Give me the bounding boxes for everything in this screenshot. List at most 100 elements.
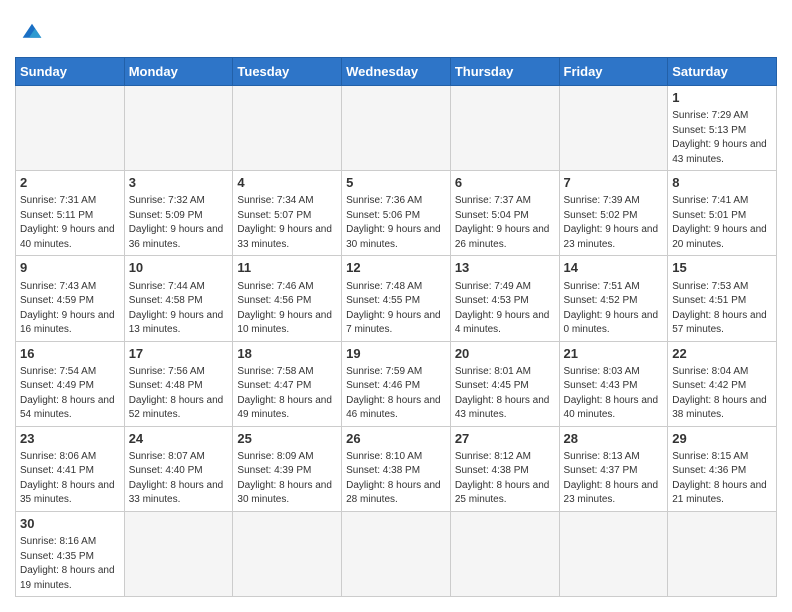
calendar-day-cell bbox=[342, 511, 451, 596]
weekday-header-tuesday: Tuesday bbox=[233, 58, 342, 86]
calendar-day-cell bbox=[124, 86, 233, 171]
day-number: 12 bbox=[346, 259, 446, 277]
day-number: 9 bbox=[20, 259, 120, 277]
day-number: 10 bbox=[129, 259, 229, 277]
header bbox=[15, 10, 777, 49]
day-number: 2 bbox=[20, 174, 120, 192]
calendar-day-cell: 27 Sunrise: 8:12 AMSunset: 4:38 PMDayligh… bbox=[450, 426, 559, 511]
day-number: 11 bbox=[237, 259, 337, 277]
calendar-day-cell: 12Sunrise: 7:48 AMSunset: 4:55 PMDayligh… bbox=[342, 256, 451, 341]
calendar-table: SundayMondayTuesdayWednesdayThursdayFrid… bbox=[15, 57, 777, 597]
day-info: Sunrise: 8:07 AMSunset: 4:40 PMDaylight:… bbox=[129, 450, 229, 508]
day-number: 19 bbox=[346, 345, 446, 363]
calendar-week-row: 2 Sunrise: 7:31 AMSunset: 5:11 PMDaylight… bbox=[16, 171, 777, 256]
calendar-day-cell: 10 Sunrise: 7:44 AMSunset: 4:58 PMDayligh… bbox=[124, 256, 233, 341]
calendar-week-row: 9 Sunrise: 7:43 AMSunset: 4:59 PMDaylight… bbox=[16, 256, 777, 341]
calendar-day-cell: 24Sunrise: 8:07 AMSunset: 4:40 PMDayligh… bbox=[124, 426, 233, 511]
calendar-day-cell: 14 Sunrise: 7:51 AMSunset: 4:52 PMDayligh… bbox=[559, 256, 668, 341]
day-number: 16 bbox=[20, 345, 120, 363]
calendar-day-cell: 4Sunrise: 7:34 AMSunset: 5:07 PMDaylight… bbox=[233, 171, 342, 256]
logo bbox=[15, 16, 46, 49]
weekday-header-wednesday: Wednesday bbox=[342, 58, 451, 86]
weekday-header-monday: Monday bbox=[124, 58, 233, 86]
day-info: Sunrise: 7:32 AMSunset: 5:09 PMDaylight:… bbox=[129, 194, 229, 252]
day-info: Sunrise: 7:44 AMSunset: 4:58 PMDaylight:… bbox=[129, 280, 229, 338]
calendar-day-cell bbox=[16, 86, 125, 171]
calendar-day-cell: 26Sunrise: 8:10 AMSunset: 4:38 PMDayligh… bbox=[342, 426, 451, 511]
calendar-day-cell: 6 Sunrise: 7:37 AMSunset: 5:04 PMDaylight… bbox=[450, 171, 559, 256]
day-number: 25 bbox=[237, 430, 337, 448]
day-info: Sunrise: 7:59 AMSunset: 4:46 PMDaylight:… bbox=[346, 365, 446, 423]
calendar-week-row: 16 Sunrise: 7:54 AMSunset: 4:49 PMDayligh… bbox=[16, 341, 777, 426]
day-number: 23 bbox=[20, 430, 120, 448]
calendar-day-cell: 1Sunrise: 7:29 AMSunset: 5:13 PMDaylight… bbox=[668, 86, 777, 171]
calendar-day-cell: 23Sunrise: 8:06 AMSunset: 4:41 PMDayligh… bbox=[16, 426, 125, 511]
day-info: Sunrise: 7:31 AMSunset: 5:11 PMDaylight:… bbox=[20, 194, 120, 252]
calendar-day-cell bbox=[233, 511, 342, 596]
page: SundayMondayTuesdayWednesdayThursdayFrid… bbox=[0, 0, 792, 607]
day-number: 4 bbox=[237, 174, 337, 192]
calendar-day-cell: 7 Sunrise: 7:39 AMSunset: 5:02 PMDaylight… bbox=[559, 171, 668, 256]
day-number: 20 bbox=[455, 345, 555, 363]
day-info: Sunrise: 8:12 AMSunset: 4:38 PMDaylight:… bbox=[455, 450, 555, 508]
calendar-day-cell: 28 Sunrise: 8:13 AMSunset: 4:37 PMDayligh… bbox=[559, 426, 668, 511]
weekday-header-saturday: Saturday bbox=[668, 58, 777, 86]
day-info: Sunrise: 7:51 AMSunset: 4:52 PMDaylight:… bbox=[564, 280, 664, 338]
calendar-week-row: 30Sunrise: 8:16 AMSunset: 4:35 PMDayligh… bbox=[16, 511, 777, 596]
calendar-day-cell: 20Sunrise: 8:01 AMSunset: 4:45 PMDayligh… bbox=[450, 341, 559, 426]
day-number: 14 bbox=[564, 259, 664, 277]
day-info: Sunrise: 7:41 AMSunset: 5:01 PMDaylight:… bbox=[672, 194, 772, 252]
calendar-day-cell: 22 Sunrise: 8:04 AMSunset: 4:42 PMDayligh… bbox=[668, 341, 777, 426]
calendar-day-cell: 9 Sunrise: 7:43 AMSunset: 4:59 PMDaylight… bbox=[16, 256, 125, 341]
calendar-day-cell: 16 Sunrise: 7:54 AMSunset: 4:49 PMDayligh… bbox=[16, 341, 125, 426]
day-number: 21 bbox=[564, 345, 664, 363]
weekday-header-sunday: Sunday bbox=[16, 58, 125, 86]
day-info: Sunrise: 8:04 AMSunset: 4:42 PMDaylight:… bbox=[672, 365, 772, 423]
day-info: Sunrise: 7:37 AMSunset: 5:04 PMDaylight:… bbox=[455, 194, 555, 252]
calendar-day-cell bbox=[233, 86, 342, 171]
day-info: Sunrise: 7:43 AMSunset: 4:59 PMDaylight:… bbox=[20, 280, 120, 338]
day-info: Sunrise: 7:46 AMSunset: 4:56 PMDaylight:… bbox=[237, 280, 337, 338]
day-number: 29 bbox=[672, 430, 772, 448]
day-number: 27 bbox=[455, 430, 555, 448]
day-info: Sunrise: 7:58 AMSunset: 4:47 PMDaylight:… bbox=[237, 365, 337, 423]
day-info: Sunrise: 8:09 AMSunset: 4:39 PMDaylight:… bbox=[237, 450, 337, 508]
day-number: 13 bbox=[455, 259, 555, 277]
calendar-day-cell: 5 Sunrise: 7:36 AMSunset: 5:06 PMDaylight… bbox=[342, 171, 451, 256]
day-number: 15 bbox=[672, 259, 772, 277]
calendar-day-cell: 15Sunrise: 7:53 AMSunset: 4:51 PMDayligh… bbox=[668, 256, 777, 341]
calendar-week-row: 1Sunrise: 7:29 AMSunset: 5:13 PMDaylight… bbox=[16, 86, 777, 171]
day-info: Sunrise: 8:15 AMSunset: 4:36 PMDaylight:… bbox=[672, 450, 772, 508]
day-number: 28 bbox=[564, 430, 664, 448]
day-info: Sunrise: 7:36 AMSunset: 5:06 PMDaylight:… bbox=[346, 194, 446, 252]
calendar-day-cell: 18 Sunrise: 7:58 AMSunset: 4:47 PMDayligh… bbox=[233, 341, 342, 426]
day-number: 18 bbox=[237, 345, 337, 363]
calendar-day-cell: 11 Sunrise: 7:46 AMSunset: 4:56 PMDayligh… bbox=[233, 256, 342, 341]
calendar-day-cell: 3 Sunrise: 7:32 AMSunset: 5:09 PMDaylight… bbox=[124, 171, 233, 256]
day-number: 8 bbox=[672, 174, 772, 192]
logo-icon bbox=[18, 16, 46, 44]
calendar-day-cell bbox=[342, 86, 451, 171]
calendar-day-cell bbox=[668, 511, 777, 596]
calendar-day-cell: 21 Sunrise: 8:03 AMSunset: 4:43 PMDayligh… bbox=[559, 341, 668, 426]
day-info: Sunrise: 7:54 AMSunset: 4:49 PMDaylight:… bbox=[20, 365, 120, 423]
day-number: 6 bbox=[455, 174, 555, 192]
day-info: Sunrise: 7:29 AMSunset: 5:13 PMDaylight:… bbox=[672, 109, 772, 167]
calendar-day-cell: 8 Sunrise: 7:41 AMSunset: 5:01 PMDaylight… bbox=[668, 171, 777, 256]
calendar-header-row: SundayMondayTuesdayWednesdayThursdayFrid… bbox=[16, 58, 777, 86]
day-number: 30 bbox=[20, 515, 120, 533]
day-number: 22 bbox=[672, 345, 772, 363]
day-number: 5 bbox=[346, 174, 446, 192]
day-info: Sunrise: 7:39 AMSunset: 5:02 PMDaylight:… bbox=[564, 194, 664, 252]
calendar-day-cell: 13Sunrise: 7:49 AMSunset: 4:53 PMDayligh… bbox=[450, 256, 559, 341]
day-info: Sunrise: 8:03 AMSunset: 4:43 PMDaylight:… bbox=[564, 365, 664, 423]
day-number: 3 bbox=[129, 174, 229, 192]
calendar-day-cell bbox=[559, 86, 668, 171]
calendar-day-cell: 29 Sunrise: 8:15 AMSunset: 4:36 PMDayligh… bbox=[668, 426, 777, 511]
calendar-day-cell: 30Sunrise: 8:16 AMSunset: 4:35 PMDayligh… bbox=[16, 511, 125, 596]
day-number: 7 bbox=[564, 174, 664, 192]
calendar-week-row: 23Sunrise: 8:06 AMSunset: 4:41 PMDayligh… bbox=[16, 426, 777, 511]
calendar-day-cell: 19 Sunrise: 7:59 AMSunset: 4:46 PMDayligh… bbox=[342, 341, 451, 426]
day-number: 17 bbox=[129, 345, 229, 363]
day-info: Sunrise: 8:13 AMSunset: 4:37 PMDaylight:… bbox=[564, 450, 664, 508]
